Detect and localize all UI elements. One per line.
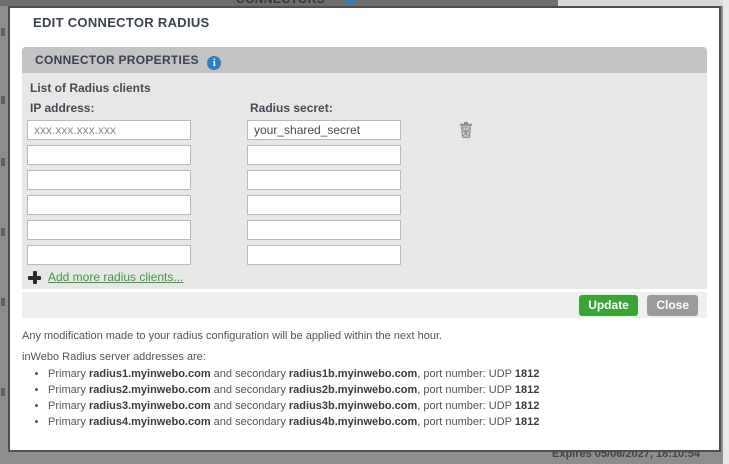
- radius-client-row: [27, 220, 699, 240]
- radius-client-row: [27, 170, 699, 190]
- add-clients-row: Add more radius clients...: [28, 270, 699, 284]
- info-icon: [344, 0, 356, 4]
- radius-secret-input[interactable]: [247, 120, 401, 140]
- server-list: Primary radius1.myinwebo.com and seconda…: [30, 368, 694, 429]
- backdrop-artifact: [1, 298, 5, 306]
- screen: { "backdrop": { "top_fragment": "CONNECT…: [0, 0, 729, 464]
- server-list-item: Primary radius1.myinwebo.com and seconda…: [48, 368, 694, 381]
- radius-secret-label: Radius secret:: [250, 101, 333, 115]
- close-button[interactable]: Close: [647, 295, 698, 316]
- connector-properties-panel: CONNECTOR PROPERTIES i List of Radius cl…: [22, 47, 707, 289]
- add-more-radius-clients-link[interactable]: Add more radius clients...: [48, 270, 183, 284]
- radius-client-row: [27, 145, 699, 165]
- radius-clients-list-label: List of Radius clients: [30, 81, 699, 95]
- dialog-title: EDIT CONNECTOR RADIUS: [33, 15, 210, 30]
- radius-client-row: [27, 120, 699, 140]
- modification-note: Any modification made to your radius con…: [22, 330, 694, 342]
- radius-client-row: [27, 245, 699, 265]
- edit-connector-radius-dialog: EDIT CONNECTOR RADIUS CONNECTOR PROPERTI…: [8, 6, 721, 452]
- servers-intro: inWebo Radius server addresses are:: [22, 351, 694, 363]
- backdrop-artifact: [1, 228, 5, 236]
- radius-secret-input[interactable]: [247, 245, 401, 265]
- plus-icon: [28, 271, 41, 284]
- panel-header-label: CONNECTOR PROPERTIES: [35, 53, 199, 67]
- radius-client-row: [27, 195, 699, 215]
- ip-address-input[interactable]: [27, 195, 191, 215]
- radius-secret-input[interactable]: [247, 145, 401, 165]
- backdrop-artifact: [1, 96, 5, 104]
- backdrop-artifact: [1, 388, 5, 396]
- backdrop-right-edge: [723, 0, 729, 464]
- ip-address-label: IP address:: [30, 101, 94, 115]
- backdrop-artifact: [1, 158, 5, 166]
- server-list-item: Primary radius2.myinwebo.com and seconda…: [48, 384, 694, 397]
- radius-secret-input[interactable]: [247, 195, 401, 215]
- update-button[interactable]: Update: [579, 295, 638, 316]
- radius-secret-input[interactable]: [247, 170, 401, 190]
- ip-address-input[interactable]: [27, 245, 191, 265]
- info-icon[interactable]: i: [207, 56, 221, 70]
- server-list-item: Primary radius4.myinwebo.com and seconda…: [48, 416, 694, 429]
- ip-address-input[interactable]: [27, 120, 191, 140]
- delete-row-trash-icon[interactable]: [459, 122, 473, 143]
- ip-address-input[interactable]: [27, 170, 191, 190]
- server-list-item: Primary radius3.myinwebo.com and seconda…: [48, 400, 694, 413]
- ip-address-input[interactable]: [27, 145, 191, 165]
- dialog-button-bar: Update Close: [22, 292, 707, 318]
- panel-header: CONNECTOR PROPERTIES i: [22, 47, 707, 73]
- column-labels: IP address: Radius secret:: [27, 101, 699, 116]
- panel-body: List of Radius clients IP address: Radiu…: [22, 73, 707, 289]
- backdrop-artifact: [1, 28, 5, 36]
- radius-secret-input[interactable]: [247, 220, 401, 240]
- dialog-footer: Any modification made to your radius con…: [22, 330, 694, 432]
- ip-address-input[interactable]: [27, 220, 191, 240]
